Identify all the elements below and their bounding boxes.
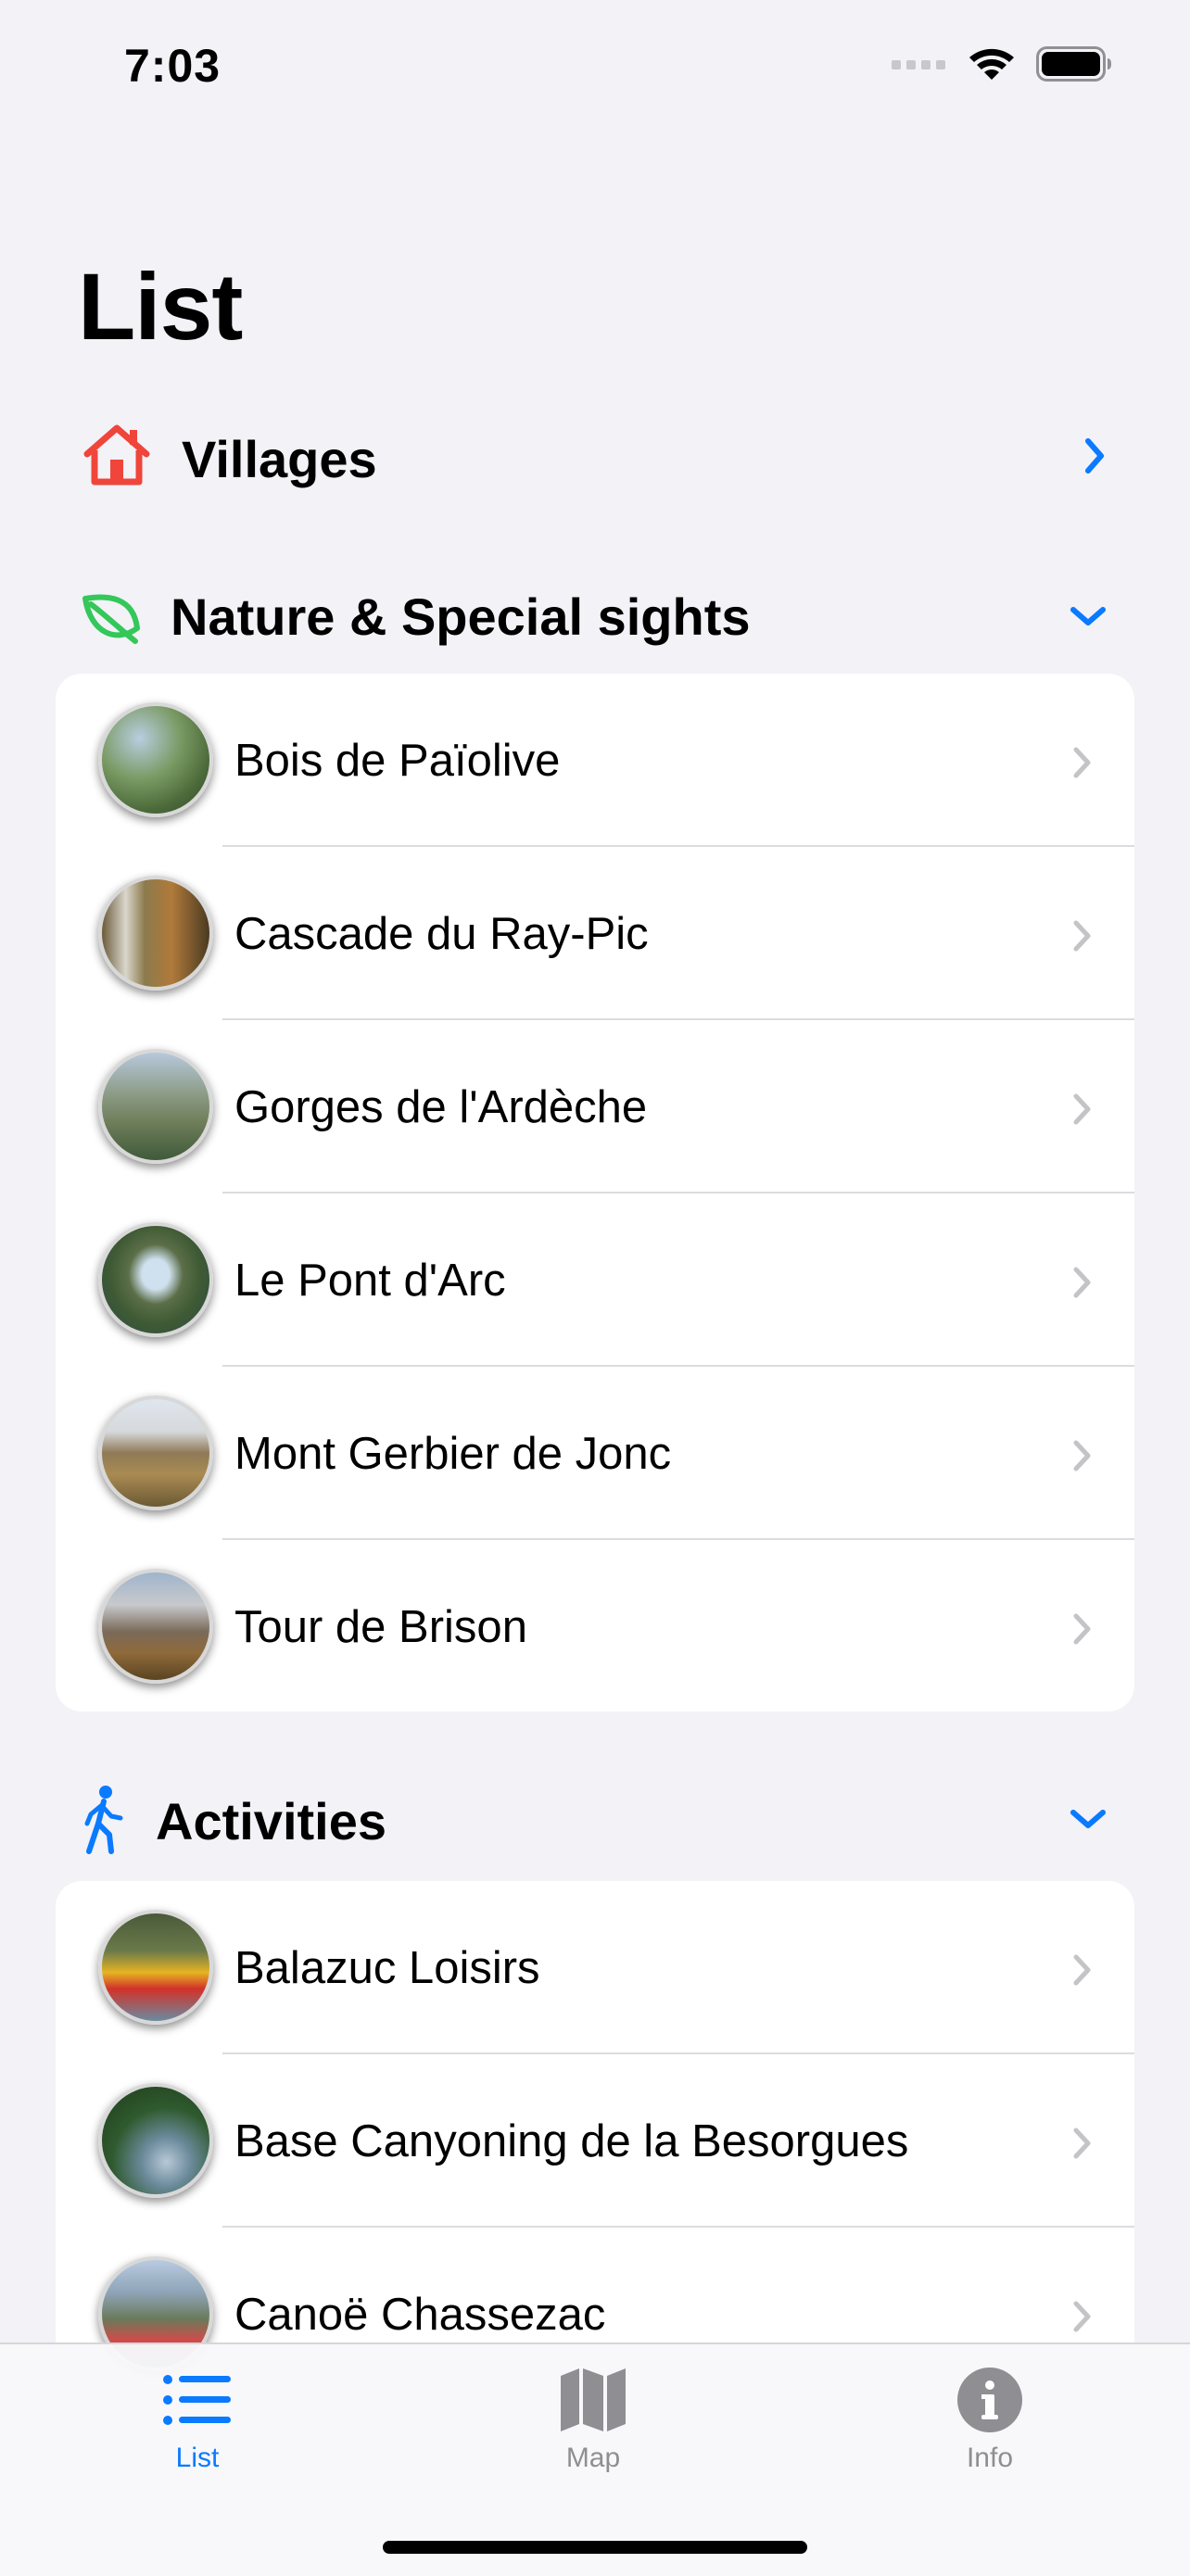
tab-list[interactable]: List	[105, 2344, 290, 2493]
list-item-label: Mont Gerbier de Jonc	[234, 1428, 672, 1479]
section-header-activities[interactable]: Activities	[0, 1768, 1190, 1870]
tab-info[interactable]: Info	[897, 2344, 1082, 2493]
thumbnail-image	[98, 1395, 213, 1510]
status-time: 7:03	[124, 40, 222, 92]
list-item-label: Base Canyoning de la Besorgues	[234, 2115, 909, 2166]
list-item-label: Canoë Chassezac	[234, 2289, 606, 2340]
battery-icon	[1036, 46, 1111, 82]
thumbnail-image	[98, 876, 213, 991]
walking-figure-icon	[80, 1785, 126, 1855]
leaf-icon	[80, 587, 143, 647]
chevron-right-icon	[1071, 746, 1094, 784]
home-indicator	[383, 2541, 807, 2554]
chevron-right-icon	[1071, 1266, 1094, 1304]
thumbnail-image	[98, 702, 213, 817]
tab-label: Info	[966, 2443, 1014, 2473]
list-item-label: Bois de Païolive	[234, 735, 561, 786]
thumbnail-image	[98, 1910, 213, 2025]
list-item-label: Gorges de l'Ardèche	[234, 1081, 648, 1132]
nature-list: Bois de Païolive Cascade du Ray-Pic Gorg…	[56, 674, 1134, 1711]
thumbnail-image	[98, 2083, 213, 2198]
chevron-right-icon	[1071, 1092, 1094, 1130]
list-bullet-icon	[162, 2363, 233, 2437]
section-title-nature: Nature & Special sights	[171, 587, 751, 646]
list-item[interactable]: Gorges de l'Ardèche	[56, 1020, 1134, 1193]
chevron-right-icon	[1071, 2127, 1094, 2165]
list-item[interactable]: Balazuc Loisirs	[56, 1881, 1134, 2054]
chevron-right-icon	[1071, 1612, 1094, 1650]
thumbnail-image	[98, 1222, 213, 1337]
list-item-label: Le Pont d'Arc	[234, 1255, 506, 1306]
page-title: List	[78, 254, 243, 360]
thumbnail-image	[98, 1569, 213, 1684]
house-icon	[82, 423, 152, 487]
section-header-villages[interactable]: Villages	[0, 406, 1190, 508]
tab-map[interactable]: Map	[500, 2344, 686, 2493]
list-item[interactable]: Mont Gerbier de Jonc	[56, 1367, 1134, 1540]
tab-label: Map	[565, 2443, 621, 2473]
chevron-down-icon[interactable]	[1068, 602, 1108, 630]
cellular-signal-icon	[892, 60, 945, 69]
list-item[interactable]: Le Pont d'Arc	[56, 1193, 1134, 1367]
chevron-right-icon	[1071, 2300, 1094, 2338]
section-title-villages: Villages	[182, 430, 377, 488]
chevron-down-icon[interactable]	[1068, 1805, 1108, 1833]
list-item-label: Cascade du Ray-Pic	[234, 908, 649, 959]
list-item[interactable]: Tour de Brison	[56, 1540, 1134, 1711]
status-icons	[892, 46, 1112, 82]
list-item-label: Tour de Brison	[234, 1601, 527, 1652]
thumbnail-image	[98, 1049, 213, 1164]
list-item[interactable]: Bois de Païolive	[56, 674, 1134, 847]
info-circle-icon	[956, 2363, 1023, 2437]
map-icon	[559, 2363, 627, 2437]
list-item-label: Balazuc Loisirs	[234, 1942, 540, 1993]
chevron-right-icon	[1071, 1439, 1094, 1477]
chevron-right-icon	[1071, 919, 1094, 957]
list-item[interactable]: Base Canyoning de la Besorgues	[56, 2054, 1134, 2228]
tab-label: List	[175, 2443, 220, 2473]
wifi-icon	[969, 48, 1014, 80]
section-header-nature[interactable]: Nature & Special sights	[0, 567, 1190, 669]
chevron-right-icon	[1071, 1953, 1094, 1991]
list-item[interactable]: Cascade du Ray-Pic	[56, 847, 1134, 1020]
status-bar: 7:03	[0, 0, 1190, 130]
chevron-right-icon[interactable]	[1081, 436, 1108, 476]
section-title-activities: Activities	[156, 1792, 386, 1850]
